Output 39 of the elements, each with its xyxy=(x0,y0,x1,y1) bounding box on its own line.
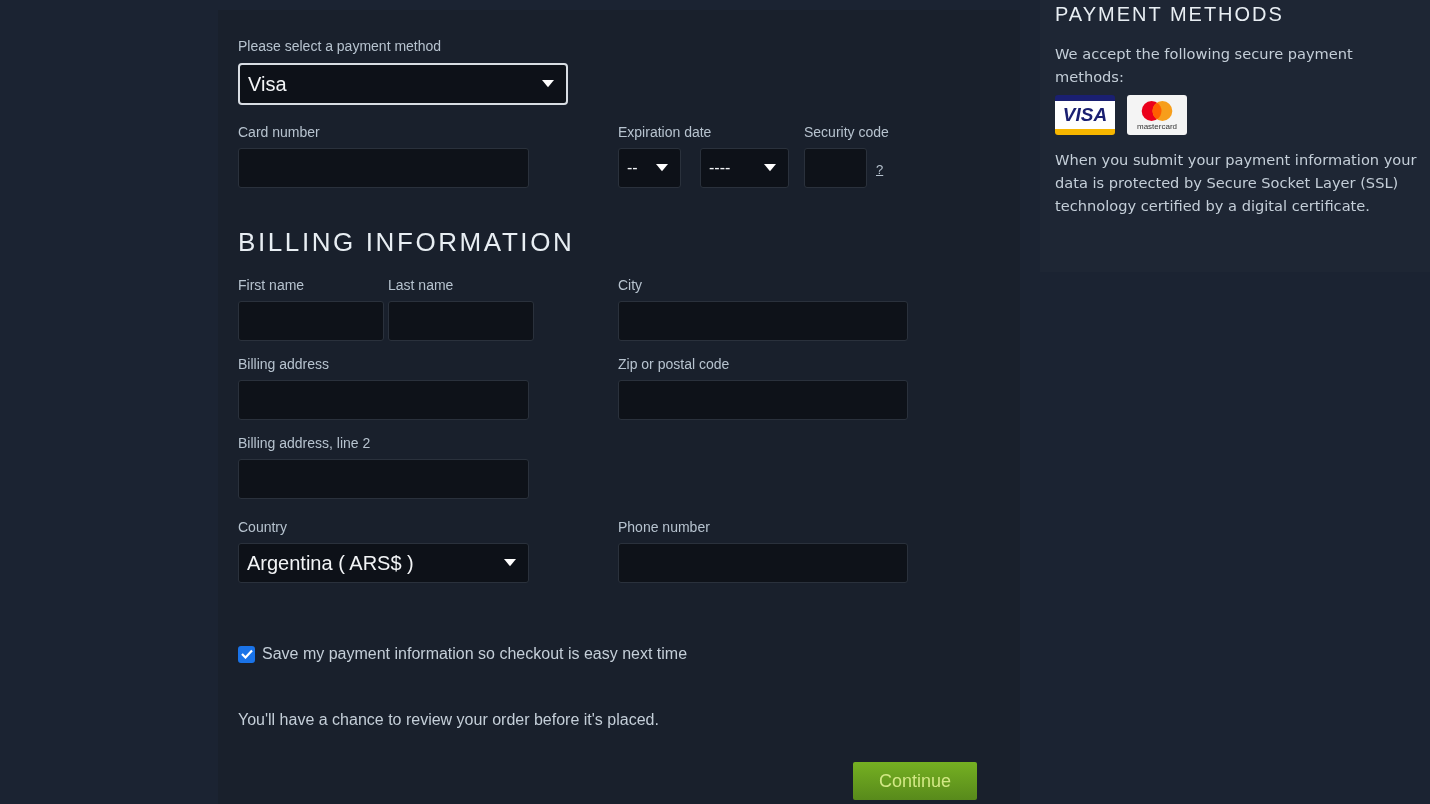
last-name-field[interactable] xyxy=(388,301,534,341)
year-select[interactable]: ---- xyxy=(700,148,789,188)
checkbox[interactable] xyxy=(238,645,255,663)
field-label: Phone number xyxy=(618,519,711,535)
card-number-field[interactable] xyxy=(238,148,529,188)
zip-field[interactable] xyxy=(618,380,908,420)
city-field[interactable] xyxy=(618,301,908,341)
field-label: City xyxy=(618,277,644,293)
caret-icon xyxy=(764,164,776,172)
security-code-field[interactable] xyxy=(804,148,867,188)
field-label: Card number xyxy=(238,124,321,140)
field-label: First name xyxy=(238,277,306,293)
checkbox-label: Save my payment information so checkout is easy next time xyxy=(262,645,688,663)
caret-icon xyxy=(542,80,554,88)
visa-logo: VISA xyxy=(1055,95,1115,136)
help-link[interactable]: ? xyxy=(876,162,884,177)
field-label: Billing address, line 2 xyxy=(238,435,372,451)
field-label: Expiration date xyxy=(618,124,713,140)
month-select[interactable]: -- xyxy=(618,148,681,188)
mastercard-logo: mastercard xyxy=(1127,95,1187,136)
address-field[interactable] xyxy=(238,380,529,420)
country-select[interactable]: Argentina ( ARS$ ) xyxy=(238,543,529,583)
intro-text: We accept the following secure payment methods: xyxy=(1055,44,1354,87)
panel-title: PAYMENT METHODS xyxy=(1055,2,1285,26)
field-label: Billing address xyxy=(238,356,331,372)
section-heading: BILLING INFORMATION xyxy=(238,226,576,258)
payment-method-select[interactable]: Visa xyxy=(238,63,568,105)
caret-icon xyxy=(656,164,668,172)
field-label: Last name xyxy=(388,277,455,293)
first-name-field[interactable] xyxy=(238,301,384,341)
caret-icon xyxy=(504,559,516,567)
field-label: Security code xyxy=(804,124,889,140)
address-line-2-field[interactable] xyxy=(238,459,529,499)
field-label: Country xyxy=(238,519,289,535)
review-note: You'll have a chance to review your order before it's placed. xyxy=(238,710,660,730)
security-note: When you submit your payment information your data is protected by Secure Socket Layer (SSL) technology certified by a digital certificate. xyxy=(1055,150,1418,216)
field-label: Please select a payment method xyxy=(238,38,443,54)
field-label: Zip or postal code xyxy=(618,356,731,372)
phone-field[interactable] xyxy=(618,543,908,583)
